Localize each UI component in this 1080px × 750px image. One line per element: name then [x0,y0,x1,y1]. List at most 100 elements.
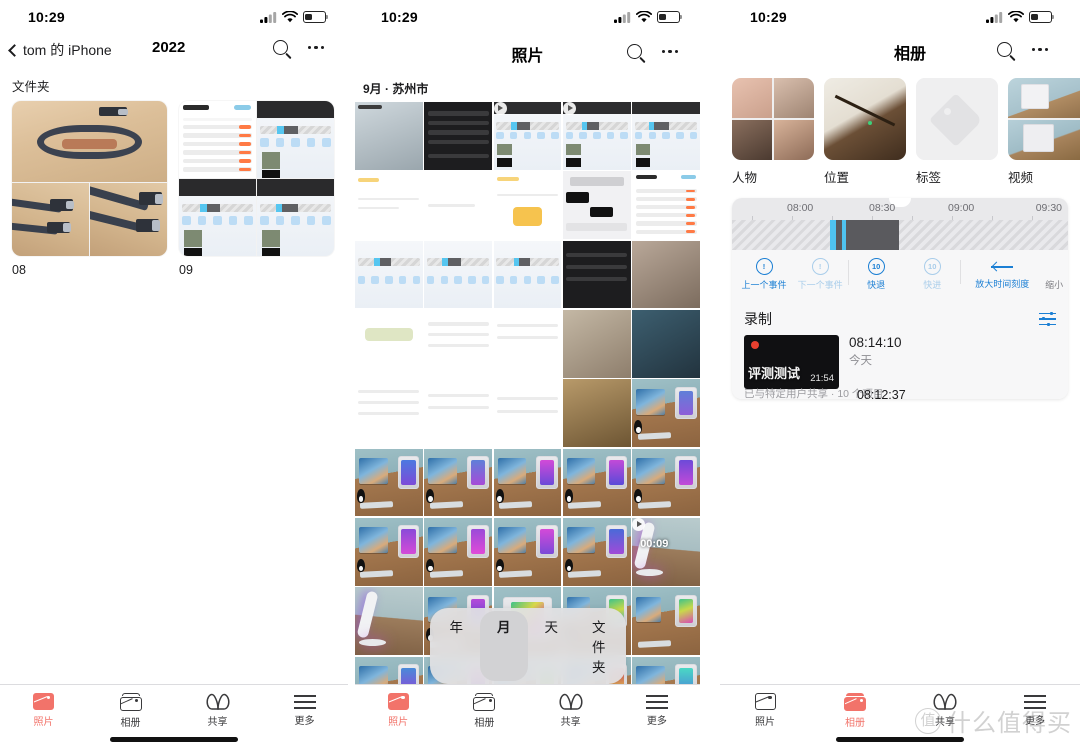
more-icon[interactable] [1031,47,1048,52]
player-controls: ! 上一个事件 ! 下一个事件 10 快退 10 快进 放大时间刻度 缩小 [732,250,1068,300]
segment-folders[interactable]: 文件夹 [575,611,623,681]
chevron-left-icon [8,43,21,57]
tab-albums[interactable]: 相册 [441,693,527,729]
tab-more[interactable]: 更多 [990,693,1080,727]
photo-cell[interactable] [493,379,562,448]
photo-cell[interactable] [355,240,423,309]
page-title: 照片 [511,48,544,65]
tab-photos[interactable]: 照片 [355,693,441,728]
rewind-button[interactable]: 10 快退 [848,258,904,291]
tab-albums[interactable]: 相册 [810,693,900,729]
photo-cell[interactable] [632,102,700,170]
photo-cell[interactable] [493,102,562,170]
search-icon[interactable] [626,44,642,59]
photo-cell[interactable] [424,102,493,170]
tab-more[interactable]: 更多 [614,693,700,727]
album-name: 位置 [824,171,850,185]
segment-day[interactable]: 天 [528,611,576,681]
tab-label: 照片 [33,717,54,728]
photo-cell[interactable] [562,240,631,309]
photo-cell[interactable] [424,448,493,517]
tab-photos[interactable]: 照片 [0,693,87,728]
photo-cell[interactable] [562,102,631,170]
shared-icon [933,693,957,710]
recording-thumbnail: 评测测试 21:54 [744,335,839,389]
photo-cell[interactable] [424,379,493,448]
folder-card[interactable]: 08 [12,101,167,277]
tab-albums[interactable]: 相册 [87,693,174,729]
search-icon[interactable] [996,42,1012,57]
tab-label: 共享 [207,717,228,728]
tab-shared[interactable]: 共享 [900,693,990,728]
photo-cell[interactable] [355,587,423,655]
tab-label: 相册 [474,718,495,729]
next-event-button[interactable]: ! 下一个事件 [792,258,848,291]
photo-cell[interactable] [632,587,700,655]
photo-cell[interactable] [632,309,700,378]
photo-cell[interactable] [424,171,493,240]
sliders-icon[interactable] [1039,311,1056,326]
segment-month[interactable]: 月 [480,611,528,681]
album-tags[interactable]: 标签 [916,78,998,186]
photo-cell[interactable] [493,171,562,240]
menu-icon [293,695,316,709]
recording-title-overlay: 评测测试 [748,366,801,381]
page-title: 相册 [894,46,927,63]
photo-cell[interactable] [632,379,700,448]
album-people[interactable]: 人物 [732,78,814,186]
segment-year[interactable]: 年 [433,611,481,681]
timeline-track[interactable] [732,220,1068,250]
more-icon[interactable] [661,49,678,54]
photo-cell[interactable] [493,309,562,378]
photo-cell[interactable] [493,448,562,517]
battery-icon [303,11,328,23]
photo-cell[interactable] [493,517,562,586]
tab-shared[interactable]: 共享 [174,693,261,728]
folder-card[interactable]: 09 [179,101,334,277]
photo-cell[interactable] [562,379,631,448]
photo-cell[interactable] [562,171,631,240]
tag-icon [916,78,998,160]
photo-cell[interactable] [424,240,493,309]
tab-more[interactable]: 更多 [261,693,348,727]
album-name: 视频 [1008,171,1034,185]
photo-cell[interactable] [355,448,423,517]
photo-cell[interactable] [562,448,631,517]
back-button[interactable]: tom 的 iPhone [8,40,112,60]
photo-cell[interactable] [355,171,423,240]
timeline-ruler[interactable]: 08:00 08:30 09:00 09:30 [732,198,1068,220]
photo-cell[interactable] [424,517,493,586]
photo-cell[interactable] [355,379,423,448]
search-icon[interactable] [272,40,288,55]
photo-cell[interactable] [424,309,493,378]
album-videos[interactable]: 视频 [1008,78,1080,186]
forward-button[interactable]: 10 快进 [904,258,960,291]
album-places[interactable]: 位置 [824,78,906,186]
recording-duration: 21:54 [810,373,834,384]
more-icon[interactable] [307,45,324,50]
photo-cell[interactable] [355,309,423,378]
page-title: 2022 [152,39,186,56]
recording-list-item[interactable]: 评测测试 21:54 08:14:10 今天 已与特定用户共享 · 10 个项目… [732,335,1068,399]
timeline-segmented-control[interactable]: 年 月 天 文件夹 [429,608,626,684]
status-bar: 10:29 [0,0,348,34]
photo-cell[interactable] [562,517,631,586]
recordings-header: 录制 [732,300,1068,335]
tab-shared[interactable]: 共享 [528,693,614,728]
photo-cell-video[interactable]: 00:09 [632,517,700,586]
shrink-timeline-button[interactable]: 缩小 [1044,258,1064,291]
photo-cell[interactable] [355,102,423,170]
prev-event-button[interactable]: ! 上一个事件 [736,258,792,291]
control-label: 缩小 [1045,280,1064,290]
photo-cell[interactable] [632,171,700,240]
photo-cell[interactable] [355,517,423,586]
zoom-timeline-button[interactable]: 放大时间刻度 [960,258,1044,290]
photo-cell[interactable] [632,448,700,517]
photo-cell[interactable] [562,309,631,378]
photo-cell[interactable] [493,240,562,309]
play-icon [493,102,507,115]
tab-photos[interactable]: 照片 [720,693,810,728]
recording-day: 今天 [849,355,872,367]
back-label: tom 的 iPhone [23,42,112,58]
photo-cell[interactable] [632,240,700,309]
